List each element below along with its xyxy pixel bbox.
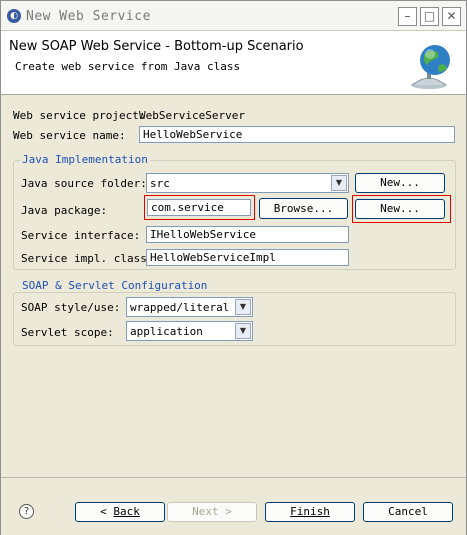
back-label: Back [113, 505, 140, 518]
source-new-button[interactable]: New... [355, 173, 445, 193]
soap-style-value: wrapped/literal [130, 301, 230, 314]
window-title: New Web Service [26, 9, 151, 24]
cancel-label: Cancel [388, 505, 428, 518]
next-label: Next [192, 505, 219, 518]
servlet-scope-value: application [130, 325, 203, 338]
project-value: WebServiceServer [139, 109, 245, 122]
next-button[interactable]: Next > [167, 502, 257, 522]
chevron-down-icon[interactable]: ▼ [235, 323, 251, 339]
new-web-service-dialog: ◐ New Web Service – □ ✕ New SOAP Web Ser… [0, 0, 467, 535]
eclipse-app-icon: ◐ [7, 9, 21, 23]
finish-label: Finish [290, 505, 330, 518]
service-impl-field[interactable]: HelloWebServiceImpl [146, 249, 349, 266]
next-arrow-icon: > [225, 505, 232, 518]
back-arrow-icon: < [100, 505, 107, 518]
wizard-body: Web service project: WebServiceServer We… [1, 95, 466, 477]
wizard-footer: ? < Back Next > Finish Cancel [1, 477, 466, 535]
servlet-scope-combo[interactable]: application ▼ [126, 321, 253, 341]
package-new-button[interactable]: New... [355, 199, 445, 219]
soap-style-label: SOAP style/use: [21, 301, 121, 314]
package-field[interactable]: com.service [147, 199, 251, 216]
wizard-page-description: Create web service from Java class [15, 60, 241, 73]
project-label: Web service project: [13, 109, 146, 122]
close-button[interactable]: ✕ [442, 7, 461, 26]
web-service-globe-icon [411, 45, 450, 89]
maximize-button[interactable]: □ [420, 7, 439, 26]
cancel-button[interactable]: Cancel [363, 502, 453, 522]
service-interface-field[interactable]: IHelloWebService [146, 226, 349, 243]
source-folder-value: src [150, 177, 170, 190]
service-name-label: Web service name: [13, 129, 126, 142]
service-name-field[interactable]: HelloWebService [139, 126, 455, 143]
source-folder-label: Java source folder: [21, 177, 147, 190]
soap-style-combo[interactable]: wrapped/literal ▼ [126, 297, 253, 317]
soap-servlet-title: SOAP & Servlet Configuration [20, 279, 210, 292]
wizard-header: New SOAP Web Service - Bottom-up Scenari… [1, 31, 466, 95]
help-icon[interactable]: ? [19, 504, 34, 519]
title-bar[interactable]: ◐ New Web Service – □ ✕ [1, 1, 466, 31]
finish-button[interactable]: Finish [265, 502, 355, 522]
service-interface-label: Service interface: [21, 229, 141, 242]
wizard-page-title: New SOAP Web Service - Bottom-up Scenari… [9, 39, 304, 54]
browse-button[interactable]: Browse... [259, 198, 348, 219]
servlet-scope-label: Servlet scope: [21, 326, 114, 339]
chevron-down-icon[interactable]: ▼ [235, 299, 251, 315]
back-button[interactable]: < Back [75, 502, 165, 522]
chevron-down-icon[interactable]: ▼ [331, 175, 347, 191]
minimize-button[interactable]: – [398, 7, 417, 26]
service-impl-label: Service impl. class: [21, 252, 154, 265]
java-implementation-title: Java Implementation [20, 153, 150, 166]
source-folder-combo[interactable]: src ▼ [146, 173, 349, 193]
package-label: Java package: [21, 204, 108, 217]
